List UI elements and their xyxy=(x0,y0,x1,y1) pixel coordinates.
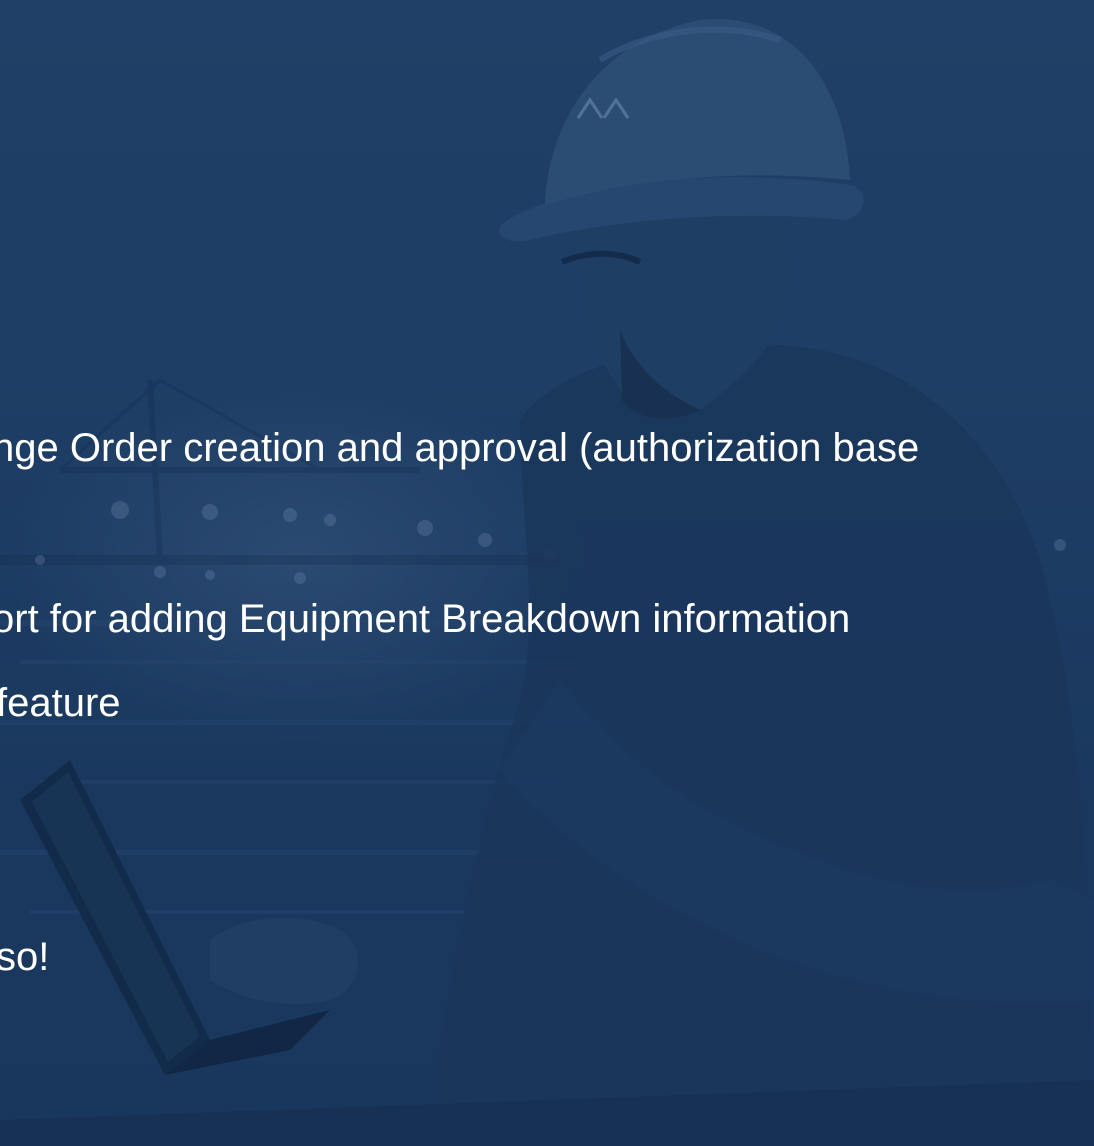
background-photo xyxy=(0,0,1094,1146)
bullet-text-equipment-breakdown: ort for adding Equipment Breakdown infor… xyxy=(0,597,851,641)
bullet-text-also: so! xyxy=(0,935,50,979)
slide: nge Order creation and approval (authori… xyxy=(0,0,1094,1146)
bullet-text-change-order: nge Order creation and approval (authori… xyxy=(0,426,920,470)
bullet-text-feature: feature xyxy=(0,681,121,725)
